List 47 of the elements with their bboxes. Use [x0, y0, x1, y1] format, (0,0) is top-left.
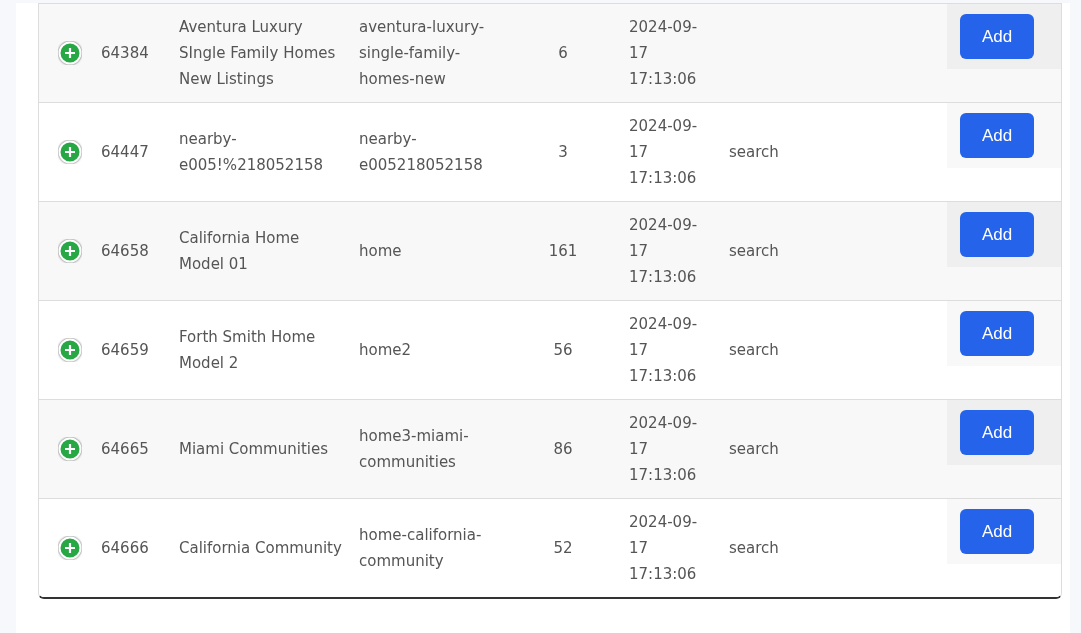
name-text: Forth Smith Home Model 2: [179, 327, 317, 374]
type-text: search: [729, 538, 779, 559]
id-text: 64384: [101, 43, 149, 64]
slug-text: nearby-e005218052158: [359, 129, 484, 176]
name-text: Aventura Luxury SIngle Family Homes New Listings: [179, 17, 337, 90]
add-button[interactable]: Add: [960, 113, 1034, 158]
expand-icon[interactable]: [58, 536, 82, 560]
count-text: 56: [553, 340, 573, 361]
add-button[interactable]: Add: [960, 410, 1034, 455]
date-text: 2024-09-17 17:13:06: [629, 512, 699, 585]
add-button[interactable]: Add: [960, 212, 1034, 257]
date-text: 2024-09-17 17:13:06: [629, 116, 699, 189]
name-text: Miami Communities: [179, 439, 328, 460]
slug-text: home2: [359, 340, 412, 361]
type-text: search: [729, 241, 779, 262]
type-text: search: [729, 142, 779, 163]
count-text: 161: [548, 241, 578, 262]
id-text: 64659: [101, 340, 149, 361]
count-text: 52: [553, 538, 573, 559]
id-text: 64666: [101, 538, 149, 559]
id-text: 64447: [101, 142, 149, 163]
name-text: California Home Model 01: [179, 228, 301, 275]
slug-text: aventura-luxury-single-family-homes-new: [359, 17, 486, 90]
add-button[interactable]: Add: [960, 509, 1034, 554]
name-text: nearby-e005!%218052158: [179, 129, 325, 176]
name-text: California Community: [179, 538, 342, 559]
expand-icon[interactable]: [58, 437, 82, 461]
expand-icon[interactable]: [58, 41, 82, 65]
expand-icon[interactable]: [58, 338, 82, 362]
count-text: 6: [558, 43, 568, 64]
count-text: 86: [553, 439, 573, 460]
date-text: 2024-09-17 17:13:06: [629, 413, 699, 486]
expand-icon[interactable]: [58, 239, 82, 263]
slug-text: home-california-community: [359, 525, 483, 572]
slug-text: home: [359, 241, 402, 262]
add-button[interactable]: Add: [960, 14, 1034, 59]
date-text: 2024-09-17 17:13:06: [629, 314, 699, 387]
type-text: search: [729, 439, 779, 460]
type-text: search: [729, 340, 779, 361]
slug-text: home3-miami-communities: [359, 426, 470, 473]
add-button[interactable]: Add: [960, 311, 1034, 356]
date-text: 2024-09-17 17:13:06: [629, 215, 699, 288]
id-text: 64658: [101, 241, 149, 262]
expand-icon[interactable]: [58, 140, 82, 164]
id-text: 64665: [101, 439, 149, 460]
date-text: 2024-09-17 17:13:06: [629, 17, 699, 90]
count-text: 3: [558, 142, 568, 163]
